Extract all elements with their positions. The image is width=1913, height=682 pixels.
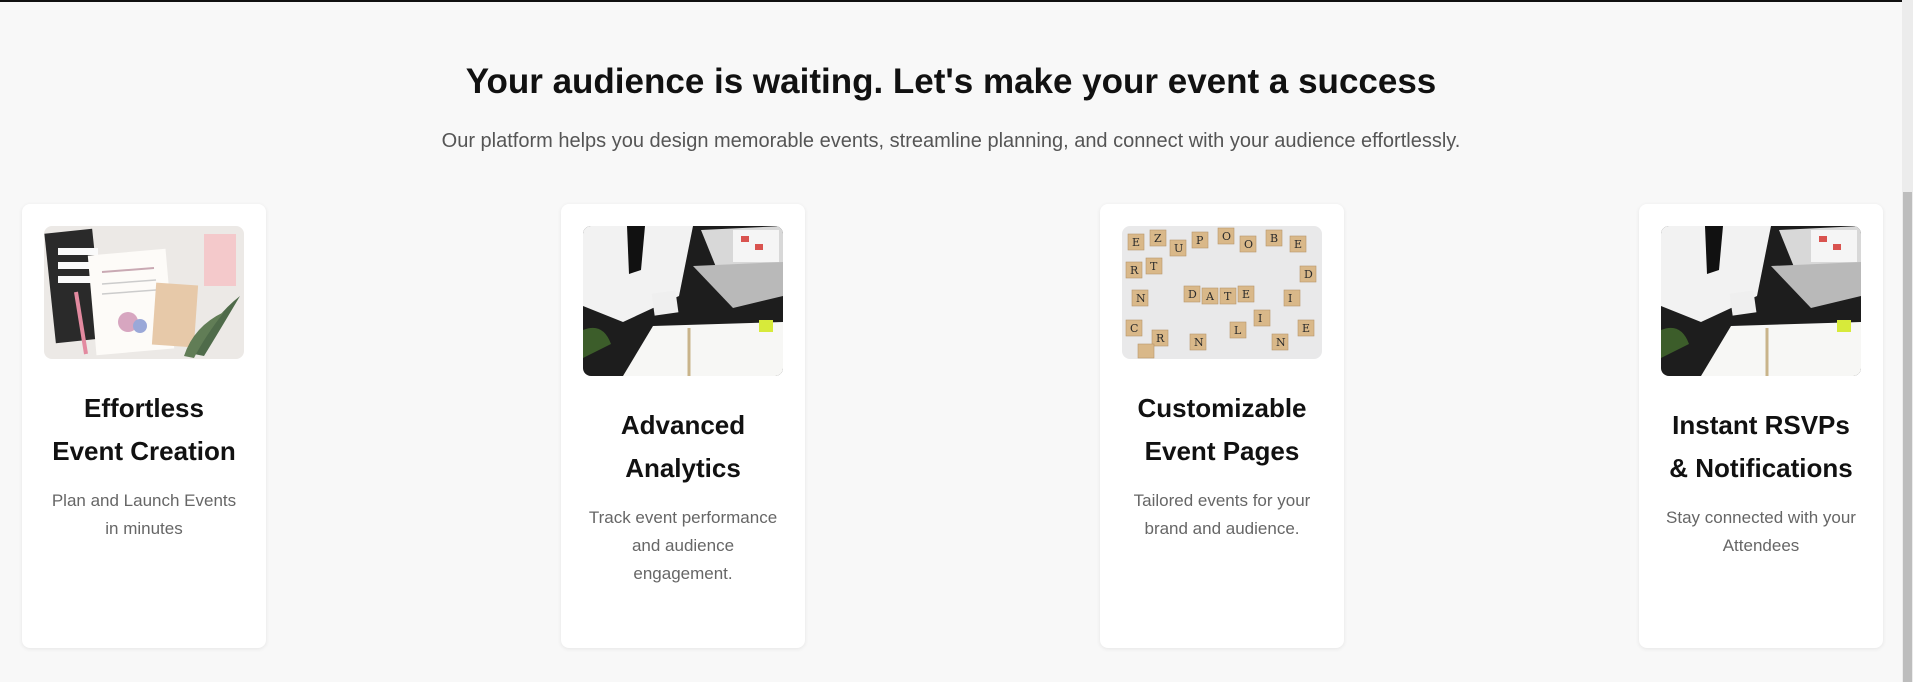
svg-text:N: N xyxy=(1276,336,1286,349)
scrollbar-track[interactable] xyxy=(1902,0,1913,682)
svg-text:I: I xyxy=(1258,312,1262,325)
svg-text:D: D xyxy=(1188,288,1197,301)
scrollbar-thumb[interactable] xyxy=(1903,192,1912,682)
card-title: Advanced Analytics xyxy=(620,410,746,483)
svg-text:O: O xyxy=(1244,238,1253,251)
svg-text:P: P xyxy=(1196,234,1204,247)
card-description: Tailored events for your brand and audie… xyxy=(1133,491,1311,538)
svg-text:I: I xyxy=(1288,292,1292,305)
card-image-planner xyxy=(44,226,244,359)
svg-text:Z: Z xyxy=(1154,232,1162,245)
section-subhead: Our platform helps you design memorable … xyxy=(441,130,1461,152)
svg-text:B: B xyxy=(1270,232,1278,245)
svg-text:N: N xyxy=(1194,336,1204,349)
svg-text:O: O xyxy=(1222,230,1231,243)
svg-text:E: E xyxy=(1132,236,1140,249)
card-image-laptop-desk xyxy=(1661,226,1861,376)
svg-text:N: N xyxy=(1136,292,1146,305)
card-title: Effortless Event Creation xyxy=(52,393,236,466)
card-description: Plan and Launch Events in minutes xyxy=(51,491,237,538)
card-image-laptop-desk xyxy=(583,226,783,376)
feature-card-event-pages: E Z R T U P O O B E D N D A T E I C R N xyxy=(1100,204,1344,648)
svg-text:E: E xyxy=(1302,322,1310,335)
svg-text:A: A xyxy=(1205,290,1215,303)
svg-text:E: E xyxy=(1242,288,1250,301)
feature-card-analytics: Advanced Analytics Track event performan… xyxy=(561,204,805,648)
card-description: Stay connected with your Attendees xyxy=(1666,508,1856,555)
feature-card-rsvps: Instant RSVPs & Notifications Stay conne… xyxy=(1639,204,1883,648)
card-title: Customizable Event Pages xyxy=(1137,393,1307,466)
card-title: Instant RSVPs & Notifications xyxy=(1669,410,1853,483)
svg-text:E: E xyxy=(1294,238,1302,251)
svg-text:U: U xyxy=(1174,242,1183,255)
svg-text:T: T xyxy=(1150,260,1158,273)
section-headline: Your audience is waiting. Let's make you… xyxy=(465,62,1437,101)
card-image-letter-tiles: E Z R T U P O O B E D N D A T E I C R N xyxy=(1122,226,1322,359)
svg-text:C: C xyxy=(1130,322,1138,335)
svg-text:R: R xyxy=(1130,264,1139,277)
svg-text:T: T xyxy=(1224,290,1232,303)
card-description: Track event performance and audience eng… xyxy=(588,508,778,583)
svg-text:R: R xyxy=(1156,332,1165,345)
feature-card-event-creation: Effortless Event Creation Plan and Launc… xyxy=(22,204,266,648)
svg-text:L: L xyxy=(1234,324,1242,337)
top-border xyxy=(0,0,1913,2)
svg-text:D: D xyxy=(1304,268,1313,281)
